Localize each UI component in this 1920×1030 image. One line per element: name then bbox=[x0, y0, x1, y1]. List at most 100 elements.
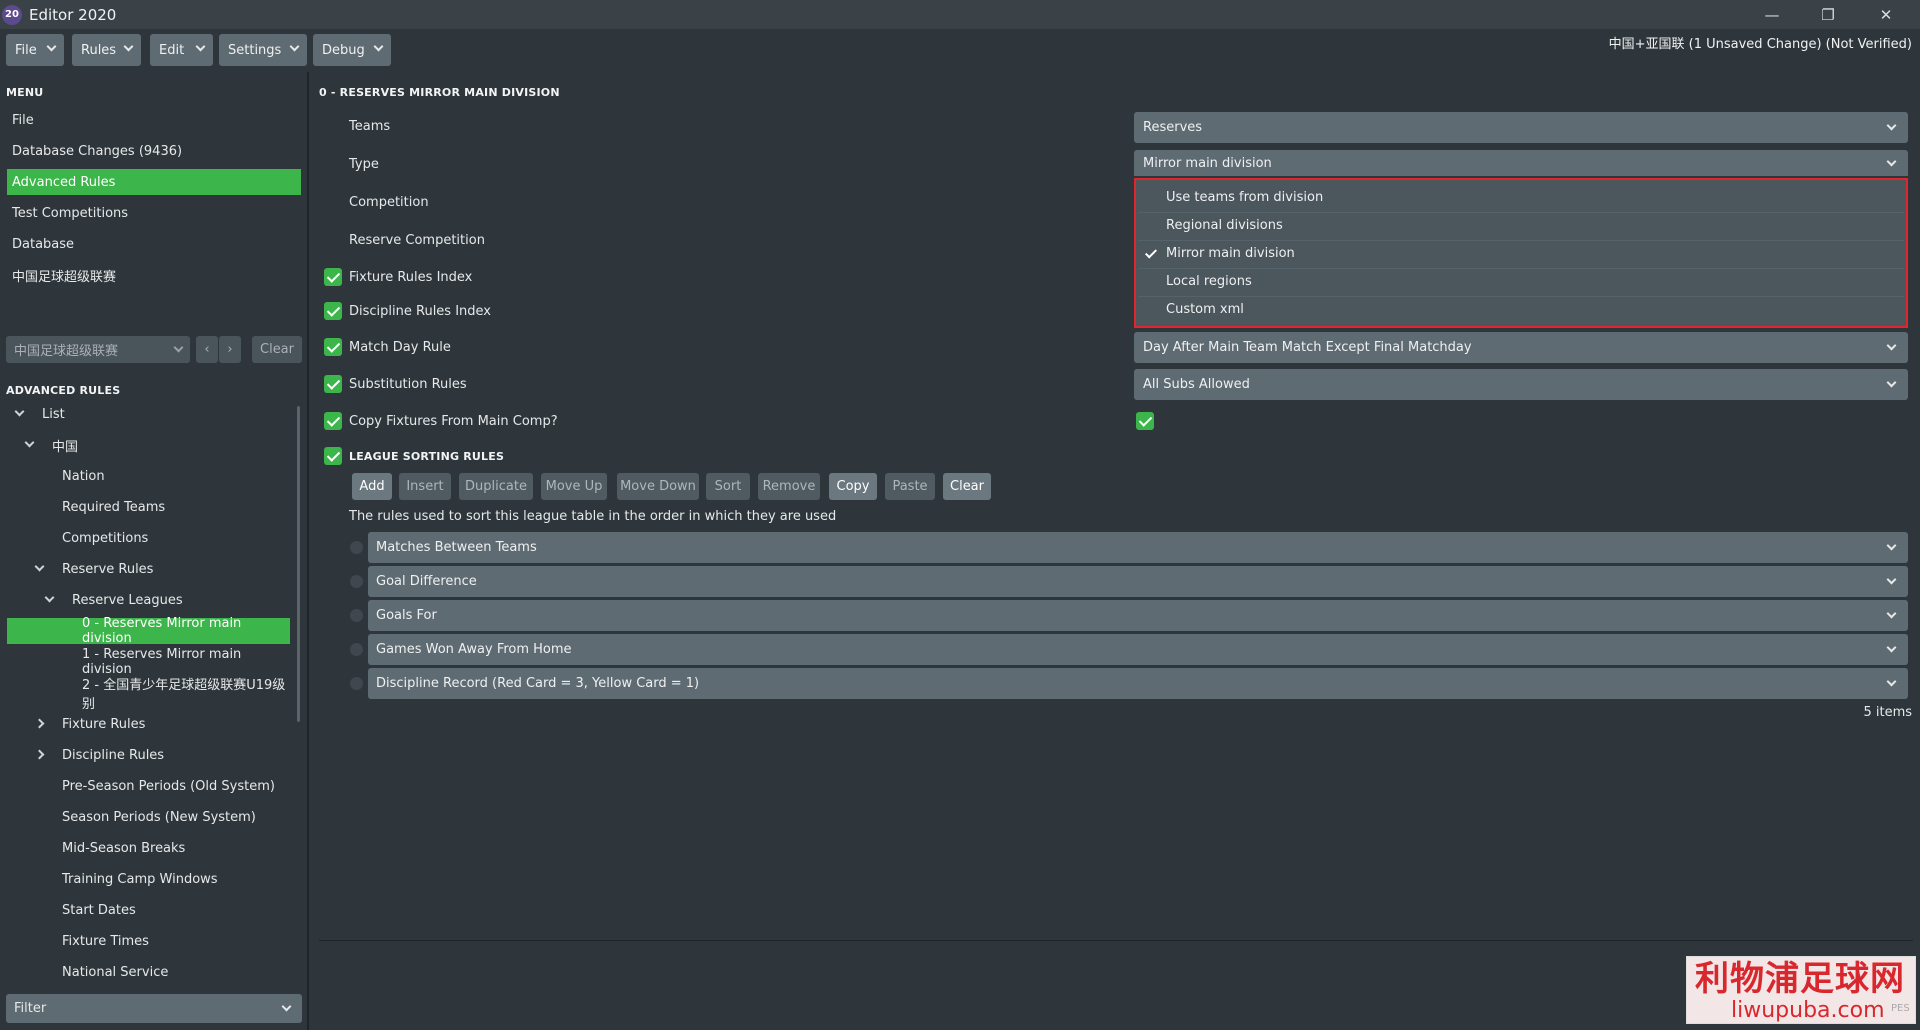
tree-item-reserve-league-0[interactable]: 0 - Reserves Mirror main division bbox=[7, 616, 290, 646]
discipline-rules-index-checkbox[interactable] bbox=[324, 302, 342, 320]
minimize-button[interactable]: — bbox=[1744, 0, 1800, 29]
sorting-rule-row[interactable]: Games Won Away From Home bbox=[368, 634, 1908, 665]
tree-item-training-camp-windows[interactable]: Training Camp Windows bbox=[62, 866, 292, 892]
settings-menu-button[interactable]: Settings bbox=[219, 34, 307, 66]
menu-item-database-changes[interactable]: Database Changes (9436) bbox=[7, 138, 301, 164]
substitution-rules-checkbox[interactable] bbox=[324, 375, 342, 393]
competition-label: Competition bbox=[349, 195, 429, 210]
type-option-use-teams[interactable]: Use teams from division bbox=[1138, 184, 1904, 210]
sorting-rule-row[interactable]: Goals For bbox=[368, 600, 1908, 631]
tree-item-label: List bbox=[42, 406, 65, 422]
add-button[interactable]: Add bbox=[352, 473, 392, 500]
copy-fixtures-value-checkbox[interactable] bbox=[1136, 412, 1154, 430]
type-option-local-regions[interactable]: Local regions bbox=[1138, 268, 1904, 294]
tree-item-reserve-rules[interactable]: Reserve Rules bbox=[34, 556, 294, 582]
advanced-rules-heading: ADVANCED RULES bbox=[6, 384, 121, 397]
tree-item-fixture-rules[interactable]: Fixture Rules bbox=[34, 711, 294, 737]
drag-handle-icon[interactable] bbox=[350, 541, 363, 554]
tree-item-mid-season-breaks[interactable]: Mid-Season Breaks bbox=[62, 835, 292, 861]
watermark-title: 利物浦足球网 bbox=[1695, 959, 1905, 999]
tree-item-reserve-leagues[interactable]: Reserve Leagues bbox=[44, 587, 294, 613]
drag-handle-icon[interactable] bbox=[350, 575, 363, 588]
tree-item-nation[interactable]: Nation bbox=[62, 463, 292, 489]
tree-item-china[interactable]: 中国 bbox=[24, 432, 294, 458]
check-icon bbox=[1144, 246, 1158, 259]
match-day-rule-checkbox[interactable] bbox=[324, 338, 342, 356]
menu-item-advanced-rules[interactable]: Advanced Rules bbox=[7, 169, 301, 195]
filter-label: Filter bbox=[14, 1001, 47, 1016]
menu-item-file[interactable]: File bbox=[7, 107, 301, 133]
tree-item-national-service[interactable]: National Service bbox=[62, 959, 292, 985]
league-selector[interactable]: 中国足球超级联赛 bbox=[6, 336, 190, 363]
app-icon: 20 bbox=[2, 4, 22, 25]
menu-item-database[interactable]: Database bbox=[7, 231, 301, 257]
tree-item-pre-season-periods[interactable]: Pre-Season Periods (Old System) bbox=[62, 773, 292, 799]
type-option-mirror-main[interactable]: Mirror main division bbox=[1138, 240, 1904, 266]
sorting-rule-row[interactable]: Matches Between Teams bbox=[368, 532, 1908, 563]
move-up-button[interactable]: Move Up bbox=[541, 473, 607, 500]
copy-fixtures-checkbox[interactable] bbox=[324, 412, 342, 430]
match-day-rule-dropdown[interactable]: Day After Main Team Match Except Final M… bbox=[1134, 332, 1908, 363]
fixture-rules-index-checkbox[interactable] bbox=[324, 268, 342, 286]
tree-item-competitions[interactable]: Competitions bbox=[62, 525, 292, 551]
tree-item-discipline-rules[interactable]: Discipline Rules bbox=[34, 742, 294, 768]
clear-button[interactable]: Clear bbox=[943, 473, 991, 500]
next-button[interactable]: › bbox=[219, 336, 241, 363]
tree-item-list[interactable]: List bbox=[14, 401, 294, 427]
drag-handle-icon[interactable] bbox=[350, 677, 363, 690]
chevron-down-icon bbox=[1886, 642, 1897, 653]
edit-menu-button[interactable]: Edit bbox=[150, 34, 213, 66]
items-count: 5 items bbox=[1863, 705, 1912, 720]
tree-item-label: Reserve Leagues bbox=[72, 592, 183, 608]
chevron-down-icon bbox=[1886, 156, 1897, 167]
type-option-custom-xml[interactable]: Custom xml bbox=[1138, 296, 1904, 322]
move-down-button[interactable]: Move Down bbox=[617, 473, 699, 500]
file-menu-button[interactable]: File bbox=[6, 34, 64, 66]
menu-item-test-competitions[interactable]: Test Competitions bbox=[7, 200, 301, 226]
tree-item-season-periods[interactable]: Season Periods (New System) bbox=[62, 804, 292, 830]
league-sorting-checkbox[interactable] bbox=[324, 447, 342, 465]
chevron-down-icon bbox=[24, 437, 35, 448]
teams-dropdown[interactable]: Reserves bbox=[1134, 112, 1908, 143]
debug-menu-button[interactable]: Debug bbox=[313, 34, 391, 66]
substitution-rules-dropdown[interactable]: All Subs Allowed bbox=[1134, 369, 1908, 400]
match-day-rule-label: Match Day Rule bbox=[349, 340, 451, 355]
sorting-rule-row[interactable]: Discipline Record (Red Card = 3, Yellow … bbox=[368, 668, 1908, 699]
page-title: 0 - RESERVES MIRROR MAIN DIVISION bbox=[319, 86, 560, 99]
league-sorting-heading: LEAGUE SORTING RULES bbox=[349, 450, 505, 463]
sorting-rule-label: Goal Difference bbox=[376, 574, 477, 589]
duplicate-button[interactable]: Duplicate bbox=[459, 473, 533, 500]
chevron-down-icon bbox=[1886, 340, 1897, 351]
sorting-rule-label: Goals For bbox=[376, 608, 437, 623]
tree-item-label: Fixture Rules bbox=[62, 716, 146, 732]
chevron-down-icon bbox=[1886, 540, 1897, 551]
rules-menu-button[interactable]: Rules bbox=[72, 34, 141, 66]
tree-item-reserve-league-2[interactable]: 2 - 全国青少年足球超级联赛U19级别 bbox=[82, 678, 294, 712]
sorting-rule-row[interactable]: Goal Difference bbox=[368, 566, 1908, 597]
type-option-regional[interactable]: Regional divisions bbox=[1138, 212, 1904, 238]
close-button[interactable]: ✕ bbox=[1858, 0, 1914, 29]
remove-button[interactable]: Remove bbox=[758, 473, 820, 500]
teams-label: Teams bbox=[349, 119, 391, 134]
chevron-down-icon bbox=[289, 41, 300, 52]
tree-item-fixture-times[interactable]: Fixture Times bbox=[62, 928, 292, 954]
tree-scrollbar[interactable] bbox=[297, 406, 300, 722]
prev-button[interactable]: ‹ bbox=[196, 336, 218, 363]
sort-button[interactable]: Sort bbox=[706, 473, 750, 500]
drag-handle-icon[interactable] bbox=[350, 609, 363, 622]
insert-button[interactable]: Insert bbox=[399, 473, 451, 500]
tree-item-start-dates[interactable]: Start Dates bbox=[62, 897, 292, 923]
tree-item-reserve-league-1[interactable]: 1 - Reserves Mirror main division bbox=[82, 647, 292, 677]
maximize-button[interactable]: ❐ bbox=[1800, 0, 1856, 29]
filter-dropdown[interactable]: Filter bbox=[6, 994, 302, 1023]
menu-item-league[interactable]: 中国足球超级联赛 bbox=[7, 262, 301, 288]
sidebar: MENU File Database Changes (9436) Advanc… bbox=[0, 72, 309, 1030]
copy-button[interactable]: Copy bbox=[829, 473, 877, 500]
type-dropdown[interactable]: Mirror main division bbox=[1134, 150, 1908, 176]
paste-button[interactable]: Paste bbox=[885, 473, 935, 500]
drag-handle-icon[interactable] bbox=[350, 643, 363, 656]
settings-menu-label: Settings bbox=[228, 42, 282, 58]
chevron-down-icon bbox=[281, 1001, 292, 1012]
selector-clear-button[interactable]: Clear bbox=[252, 336, 302, 363]
tree-item-required-teams[interactable]: Required Teams bbox=[62, 494, 292, 520]
